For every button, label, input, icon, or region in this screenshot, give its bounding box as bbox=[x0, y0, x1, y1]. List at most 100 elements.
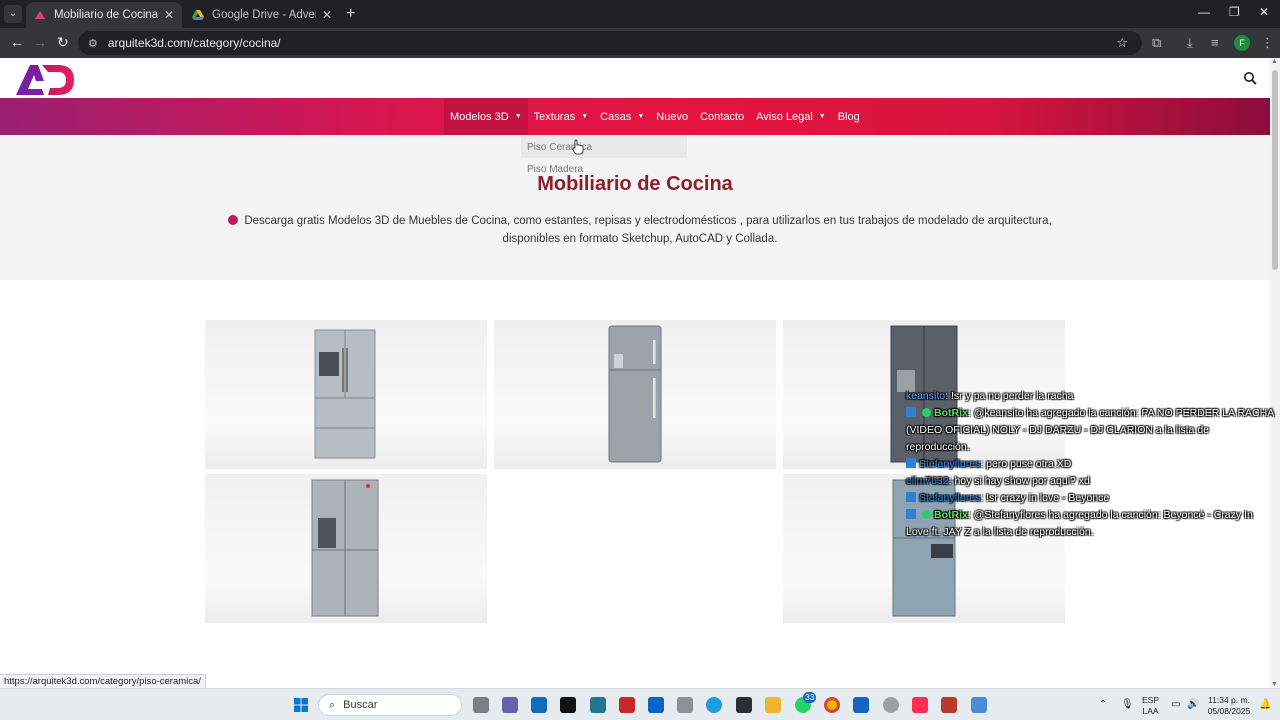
extensions-icon[interactable]: ⧉ bbox=[1152, 35, 1161, 51]
windows-taskbar: ⌕ Buscar 33 ⌃ 🎙 ESP LAA ▭ 🔊 11:34 p. m. … bbox=[0, 688, 1280, 720]
product-card[interactable] bbox=[205, 320, 487, 469]
chat-username: elim7632 bbox=[906, 475, 949, 487]
arquitek-favicon-icon bbox=[35, 11, 45, 19]
close-tab-icon[interactable]: ✕ bbox=[322, 8, 332, 22]
minimize-icon[interactable]: — bbox=[1198, 5, 1210, 19]
page-scrollbar[interactable]: ▲ ▼ bbox=[1270, 58, 1280, 688]
tiktok-icon[interactable] bbox=[560, 697, 576, 713]
app-icon[interactable] bbox=[971, 697, 987, 713]
search-label: Buscar bbox=[343, 699, 378, 711]
dropdown-item-piso-madera[interactable]: Piso Madera bbox=[521, 158, 687, 180]
language-layout: LAA bbox=[1142, 706, 1159, 716]
taskbar-search[interactable]: ⌕ Buscar bbox=[318, 694, 462, 716]
reload-icon[interactable]: ↻ bbox=[57, 34, 69, 51]
close-window-icon[interactable]: ✕ bbox=[1259, 5, 1269, 19]
language-indicator[interactable]: ESP LAA bbox=[1142, 695, 1159, 717]
caret-down-icon: ▼ bbox=[818, 113, 826, 120]
back-icon[interactable]: ← bbox=[10, 34, 24, 50]
outlook-icon[interactable] bbox=[648, 697, 664, 713]
caret-down-icon: ▼ bbox=[637, 113, 645, 120]
app-icon[interactable] bbox=[883, 697, 899, 713]
restore-icon[interactable]: ❐ bbox=[1229, 5, 1240, 19]
app-icon[interactable] bbox=[590, 697, 606, 713]
nav-contacto[interactable]: Contacto bbox=[694, 98, 750, 135]
product-card[interactable] bbox=[494, 320, 776, 469]
search-icon[interactable] bbox=[1243, 71, 1257, 85]
clock-time: 11:34 p. m. bbox=[1208, 695, 1250, 705]
fridge-french-door-image bbox=[314, 329, 376, 459]
nav-label: Modelos 3D bbox=[450, 110, 509, 123]
chat-message: Stefanyflores: pero puse otra XD bbox=[906, 456, 1274, 473]
chat-message: keansito: !sr y pa no perder la racha bbox=[906, 388, 1274, 405]
nav-label: Contacto bbox=[700, 110, 745, 123]
scroll-up-icon[interactable]: ▲ bbox=[1271, 58, 1278, 65]
microphone-icon[interactable]: 🎙 bbox=[1121, 699, 1134, 710]
chrome-icon[interactable] bbox=[824, 697, 840, 713]
mod-badge-icon bbox=[906, 458, 916, 468]
store-icon[interactable] bbox=[531, 697, 547, 713]
netflix-icon[interactable] bbox=[619, 697, 635, 713]
file-explorer-icon[interactable] bbox=[765, 697, 781, 713]
app-icon[interactable] bbox=[941, 697, 957, 713]
mod-badge-icon bbox=[906, 492, 916, 502]
category-description: Descarga gratis Modelos 3D de Muebles de… bbox=[222, 212, 1058, 248]
tray-chevron-icon[interactable]: ⌃ bbox=[1099, 699, 1107, 710]
tab-search-icon[interactable]: ⌄ bbox=[4, 5, 22, 23]
product-card[interactable] bbox=[205, 474, 487, 623]
tab-google-drive[interactable]: Google Drive - Advertencia de ✕ bbox=[184, 2, 340, 28]
teams-icon[interactable] bbox=[502, 697, 518, 713]
nav-label: Blog bbox=[837, 110, 860, 123]
hand-cursor-icon bbox=[572, 139, 584, 155]
whatsapp-badge: 33 bbox=[803, 692, 817, 703]
tiktok-studio-icon[interactable] bbox=[912, 697, 928, 713]
profile-avatar[interactable]: F bbox=[1234, 35, 1250, 51]
nav-blog[interactable]: Blog bbox=[832, 98, 866, 135]
stream-chat-overlay: keansito: !sr y pa no perder la racha Bo… bbox=[906, 388, 1274, 541]
app-icon[interactable] bbox=[677, 697, 693, 713]
address-bar[interactable]: ⚙ arquitek3d.com/category/cocina/ ☆ bbox=[78, 31, 1142, 55]
arquitek3d-logo[interactable] bbox=[14, 61, 76, 97]
scrollbar-thumb[interactable] bbox=[1272, 70, 1278, 270]
chat-message: elim7632: hoy si hay show por aqui? xd bbox=[906, 473, 1274, 490]
fridge-top-freezer-image bbox=[608, 325, 662, 463]
chat-text: : !sr y pa no perder la racha bbox=[945, 390, 1074, 402]
clock-date: 05/08/2025 bbox=[1207, 706, 1251, 716]
scroll-down-icon[interactable]: ▼ bbox=[1271, 681, 1278, 688]
chat-message: BotRix: @Stefanyflores ha agregado la ca… bbox=[906, 507, 1274, 541]
volume-icon[interactable]: 🔊 bbox=[1187, 699, 1199, 710]
new-tab-icon[interactable]: + bbox=[346, 5, 355, 23]
download-icon[interactable]: ⤓ bbox=[1187, 35, 1193, 51]
nav-nuevo[interactable]: Nuevo bbox=[650, 98, 694, 135]
notifications-icon[interactable]: 🔔 bbox=[1259, 699, 1271, 710]
chat-text: : pero puse otra XD bbox=[980, 458, 1072, 470]
nav-aviso-legal[interactable]: Aviso Legal ▼ bbox=[750, 98, 832, 135]
clock[interactable]: 11:34 p. m. 05/08/2025 bbox=[1203, 695, 1255, 717]
nav-texturas[interactable]: Texturas ▼ bbox=[528, 98, 595, 135]
dropdown-item-piso-ceramica[interactable]: Piso Ceramica bbox=[521, 136, 687, 158]
edge-icon[interactable] bbox=[706, 697, 722, 713]
nav-casas[interactable]: Casas ▼ bbox=[594, 98, 650, 135]
chat-username: BotRix bbox=[934, 407, 968, 419]
forward-icon[interactable]: → bbox=[33, 34, 47, 50]
url-text: arquitek3d.com/category/cocina/ bbox=[107, 36, 281, 50]
chat-text: : hoy si hay show por aqui? xd bbox=[948, 475, 1090, 487]
tab-cocina[interactable]: Mobiliario de Cocina archivos - ✕ bbox=[26, 2, 182, 28]
close-tab-icon[interactable]: ✕ bbox=[164, 8, 174, 22]
media-controls-icon[interactable]: ≡ bbox=[1211, 35, 1219, 50]
windows-start-icon[interactable] bbox=[293, 697, 309, 713]
chat-text: : !sr crazy in love - Beyonce bbox=[980, 492, 1110, 504]
menu-kebab-icon[interactable]: ⋮ bbox=[1261, 35, 1274, 51]
app-icon[interactable] bbox=[736, 697, 752, 713]
google-drive-icon bbox=[192, 10, 204, 20]
site-header bbox=[0, 58, 1270, 98]
texturas-dropdown: Piso Ceramica Piso Madera bbox=[521, 135, 687, 183]
network-icon[interactable]: ▭ bbox=[1171, 699, 1180, 710]
nav-modelos-3d[interactable]: Modelos 3D ▼ bbox=[444, 98, 528, 135]
fridge-four-door-image bbox=[311, 479, 379, 617]
site-info-icon[interactable]: ⚙ bbox=[88, 37, 98, 50]
app-icon[interactable] bbox=[853, 697, 869, 713]
caret-down-icon: ▼ bbox=[581, 113, 589, 120]
task-view-icon[interactable] bbox=[473, 697, 489, 713]
bookmark-star-icon[interactable]: ☆ bbox=[1116, 35, 1128, 51]
mod-badge-icon bbox=[906, 407, 916, 417]
